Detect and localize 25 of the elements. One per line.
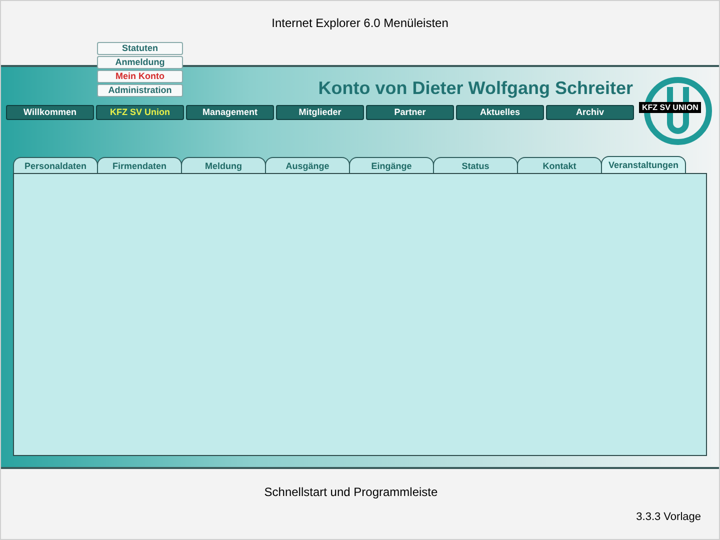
nav-button[interactable]: Willkommen bbox=[6, 105, 94, 120]
nav-button[interactable]: Mitglieder bbox=[276, 105, 364, 120]
nav-button[interactable]: KFZ SV Union bbox=[96, 105, 184, 120]
tab[interactable]: Ausgänge bbox=[265, 157, 350, 173]
emblem-icon bbox=[643, 75, 713, 147]
tab[interactable]: Eingänge bbox=[349, 157, 434, 173]
nav-button[interactable]: Archiv bbox=[546, 105, 634, 120]
nav-button[interactable]: Aktuelles bbox=[456, 105, 544, 120]
submenu-item[interactable]: Statuten bbox=[97, 42, 183, 55]
submenu-item[interactable]: Administration bbox=[97, 84, 183, 97]
submenu-item[interactable]: Anmeldung bbox=[97, 56, 183, 69]
tab[interactable]: Kontakt bbox=[517, 157, 602, 173]
nav-button[interactable]: Partner bbox=[366, 105, 454, 120]
tab[interactable]: Personaldaten bbox=[13, 157, 98, 173]
submenu-item[interactable]: Mein Konto bbox=[97, 70, 183, 83]
tab[interactable]: Firmendaten bbox=[97, 157, 182, 173]
tab[interactable]: Veranstaltungen bbox=[601, 156, 686, 173]
footer-caption: Schnellstart und Programmleiste bbox=[264, 485, 438, 500]
version-label: 3.3.3 Vorlage bbox=[636, 510, 701, 524]
nav-button[interactable]: Management bbox=[186, 105, 274, 120]
window-title: Internet Explorer 6.0 Menüleisten bbox=[272, 16, 448, 31]
tab[interactable]: Meldung bbox=[181, 157, 266, 173]
tab[interactable]: Status bbox=[433, 157, 518, 173]
account-heading: Konto von Dieter Wolfgang Schreiter bbox=[318, 77, 633, 100]
logo-text: KFZ SV UNION bbox=[639, 102, 702, 113]
